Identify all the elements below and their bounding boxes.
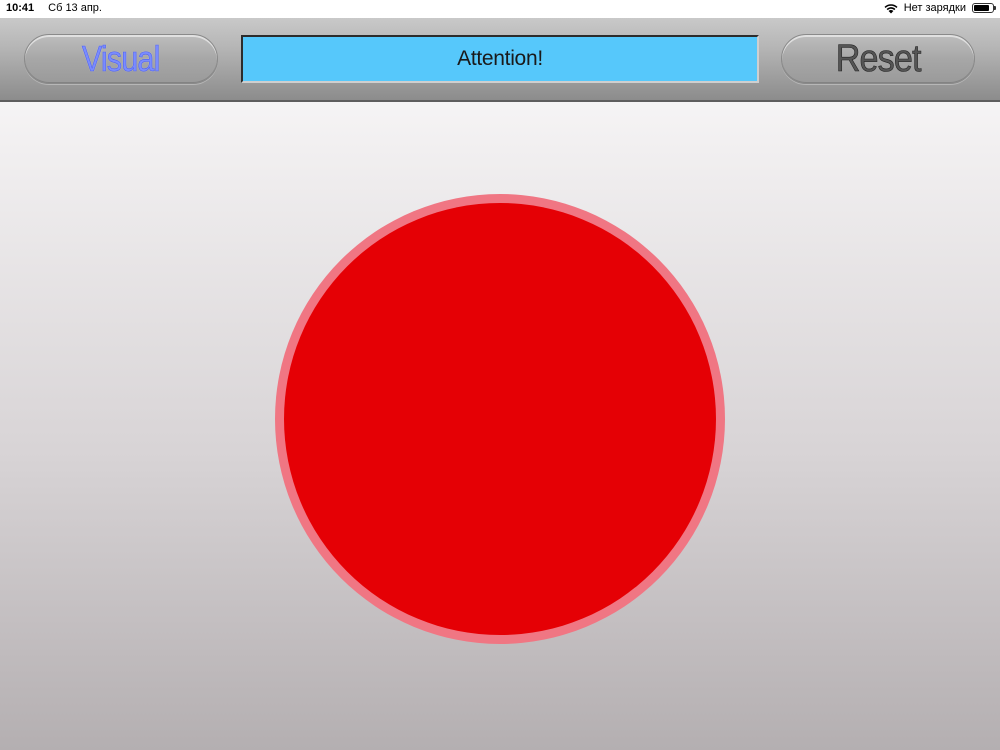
reset-button-label: Reset [835,37,921,80]
signal-indicator-button[interactable] [284,203,716,635]
charging-status: Нет зарядки [903,2,966,14]
message-field: Attention! [241,35,759,83]
status-time: 10:41 [6,2,35,14]
message-text: Attention! [457,47,543,70]
status-left: 10:41 Сб 13 апр. [6,2,102,14]
status-bar: 10:41 Сб 13 апр. Нет зарядки [0,0,1000,18]
toolbar: Visual Attention! Reset [0,18,1000,102]
wifi-icon [884,3,898,13]
visual-button-label: Visual [82,38,161,80]
battery-level-fill [974,5,990,11]
status-date: Сб 13 апр. [48,2,102,14]
app-screen: 10:41 Сб 13 апр. Нет зарядки Visual Atte… [0,0,1000,750]
battery-icon [972,3,996,13]
status-right: Нет зарядки [884,2,996,14]
visual-button[interactable]: Visual [24,34,218,84]
reset-button[interactable]: Reset [781,34,975,84]
